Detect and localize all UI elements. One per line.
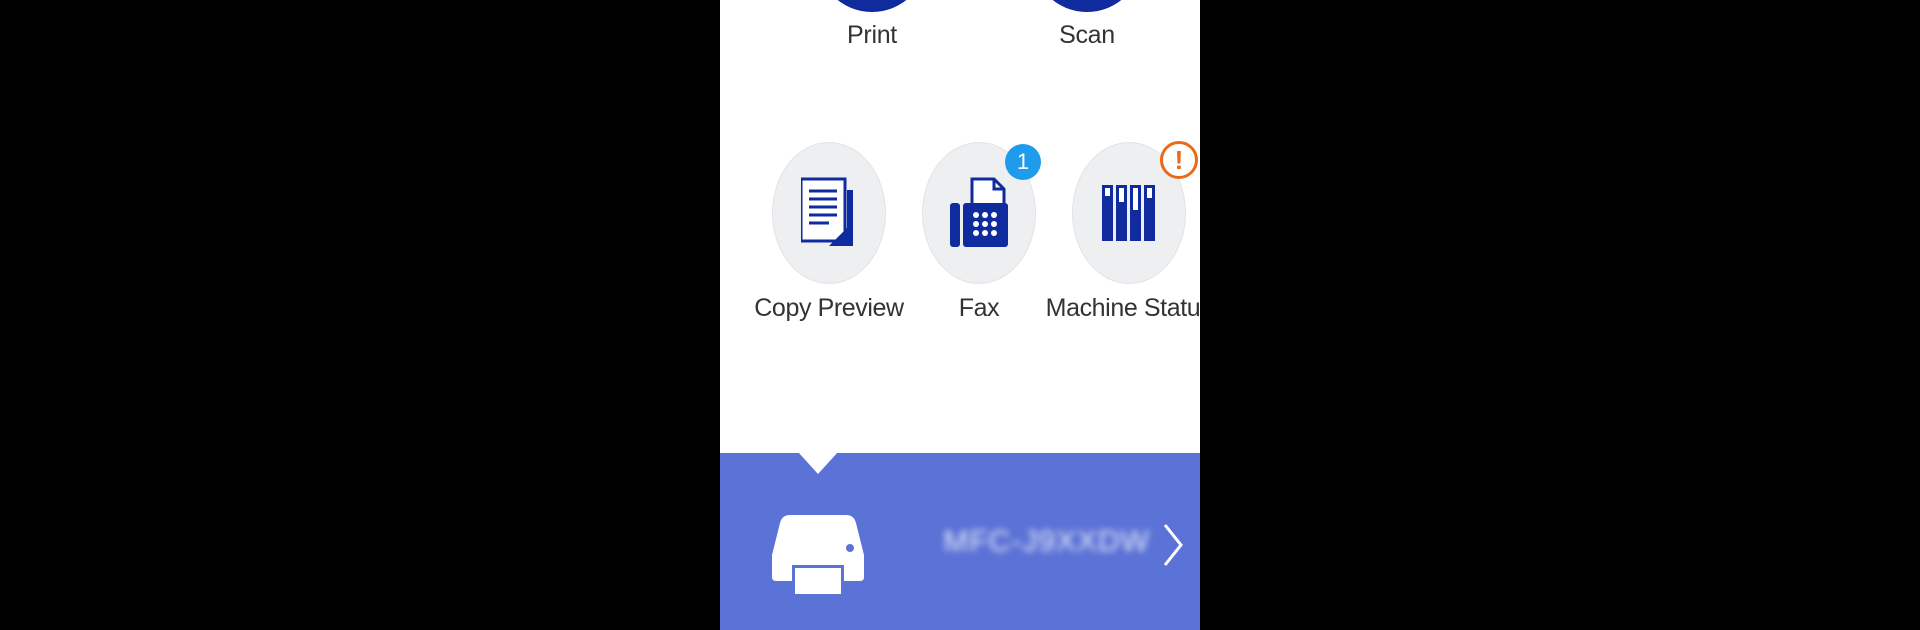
scan-label: Scan <box>1059 21 1115 49</box>
machine-status-icon <box>1102 185 1155 241</box>
device-name: MFC-J9XXDW <box>943 525 1150 558</box>
copy-preview-icon <box>801 177 853 246</box>
machine-status-button[interactable]: ! Machine Status <box>1046 140 1200 330</box>
print-button[interactable]: Print <box>782 0 962 60</box>
chevron-right-icon[interactable] <box>1162 523 1184 567</box>
print-icon <box>817 0 927 12</box>
pointer-notch <box>798 452 838 474</box>
machine-status-label: Machine Status <box>1045 294 1200 322</box>
fax-count-badge: 1 <box>1005 144 1041 180</box>
scan-button[interactable]: Scan <box>997 0 1177 60</box>
scan-icon <box>1032 0 1142 12</box>
machine-status-alert-icon: ! <box>1160 141 1198 179</box>
device-selector-bar[interactable]: MFC-J9XXDW <box>720 452 1200 630</box>
printer-icon <box>772 515 864 597</box>
fax-icon <box>950 177 1008 247</box>
app-screen: Print Scan Copy Preview 1 Fax ! Machine … <box>720 0 1200 630</box>
print-label: Print <box>847 21 897 49</box>
